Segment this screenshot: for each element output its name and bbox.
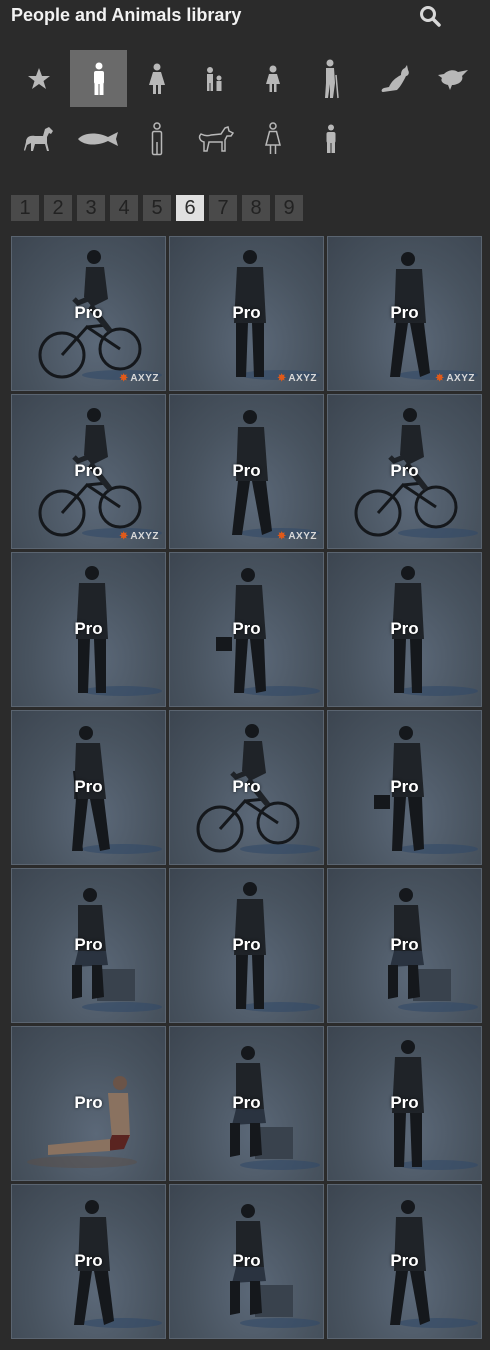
axyz-watermark: ✸ AXYZ: [435, 373, 475, 384]
pro-badge: Pro: [390, 1093, 419, 1112]
category-man[interactable]: [70, 50, 127, 107]
axyz-logo-icon: ✸: [277, 373, 287, 384]
asset-tile[interactable]: Pro: [327, 1184, 482, 1339]
watermark-label: AXYZ: [130, 373, 159, 384]
axyz-logo-icon: ✸: [435, 373, 445, 384]
asset-tile[interactable]: Pro: [327, 868, 482, 1023]
watermark-label: AXYZ: [288, 531, 317, 542]
pro-badge: Pro: [74, 303, 103, 322]
woman-outline-icon: [263, 121, 283, 156]
asset-tile[interactable]: Pro: [11, 1026, 166, 1181]
category-bird[interactable]: [424, 50, 481, 107]
category-favorites[interactable]: [10, 50, 67, 107]
man-outline-icon: [149, 121, 165, 156]
pro-badge: Pro: [232, 461, 261, 480]
pro-badge: Pro: [232, 619, 261, 638]
child-icon: [204, 66, 226, 92]
search-icon[interactable]: [418, 4, 442, 28]
category-woman[interactable]: [128, 50, 185, 107]
page-button-3[interactable]: 3: [77, 195, 105, 221]
page-button-6[interactable]: 6: [176, 195, 204, 221]
pro-badge: Pro: [74, 935, 103, 954]
pro-badge: Pro: [232, 1093, 261, 1112]
pro-badge: Pro: [74, 1093, 103, 1112]
asset-tile[interactable]: Pro ✸ AXYZ: [169, 394, 324, 549]
pro-badge: Pro: [74, 777, 103, 796]
asset-tile[interactable]: Pro ✸ AXYZ: [11, 394, 166, 549]
asset-tile[interactable]: Pro ✸ AXYZ: [327, 236, 482, 391]
pro-badge: Pro: [232, 777, 261, 796]
asset-tile[interactable]: Pro: [169, 710, 324, 865]
pro-badge: Pro: [74, 461, 103, 480]
asset-tile[interactable]: Pro ✸ AXYZ: [11, 236, 166, 391]
asset-tile[interactable]: Pro: [327, 394, 482, 549]
watermark-label: AXYZ: [446, 373, 475, 384]
category-dog[interactable]: [186, 110, 243, 167]
pro-badge: Pro: [74, 619, 103, 638]
category-fish[interactable]: [70, 110, 127, 167]
asset-tile[interactable]: Pro: [327, 1026, 482, 1181]
asset-tile[interactable]: Pro: [11, 710, 166, 865]
fish-icon: [76, 130, 122, 148]
horse-icon: [23, 125, 55, 153]
dog-icon: [195, 125, 235, 153]
page-button-9[interactable]: 9: [275, 195, 303, 221]
man-small-icon: [324, 124, 338, 154]
category-child[interactable]: [186, 50, 243, 107]
category-man-outline[interactable]: [128, 110, 185, 167]
category-man-small[interactable]: [302, 110, 359, 167]
header: People and Animals library: [0, 0, 490, 34]
asset-tile[interactable]: Pro: [169, 868, 324, 1023]
star-icon: [26, 66, 52, 92]
library-title: People and Animals library: [11, 5, 242, 25]
elderly-icon: [322, 59, 340, 99]
page-button-8[interactable]: 8: [242, 195, 270, 221]
axyz-logo-icon: ✸: [119, 373, 129, 384]
axyz-watermark: ✸ AXYZ: [119, 373, 159, 384]
pro-badge: Pro: [390, 303, 419, 322]
axyz-watermark: ✸ AXYZ: [119, 531, 159, 542]
asset-tile[interactable]: Pro: [11, 552, 166, 707]
pro-badge: Pro: [390, 777, 419, 796]
category-woman-outline[interactable]: [244, 110, 301, 167]
pro-badge: Pro: [74, 1251, 103, 1270]
pro-badge: Pro: [390, 619, 419, 638]
asset-tile[interactable]: Pro ✸ AXYZ: [169, 236, 324, 391]
axyz-watermark: ✸ AXYZ: [277, 531, 317, 542]
category-horse[interactable]: [10, 110, 67, 167]
woman-icon: [147, 63, 167, 95]
asset-tile[interactable]: Pro: [169, 1184, 324, 1339]
category-elderly[interactable]: [302, 50, 359, 107]
page-button-7[interactable]: 7: [209, 195, 237, 221]
page-button-5[interactable]: 5: [143, 195, 171, 221]
page-button-2[interactable]: 2: [44, 195, 72, 221]
girl-icon: [264, 65, 282, 93]
pro-badge: Pro: [232, 935, 261, 954]
page-button-4[interactable]: 4: [110, 195, 138, 221]
asset-tile[interactable]: Pro: [11, 1184, 166, 1339]
pro-badge: Pro: [390, 1251, 419, 1270]
asset-tile[interactable]: Pro: [169, 1026, 324, 1181]
watermark-label: AXYZ: [288, 373, 317, 384]
watermark-label: AXYZ: [130, 531, 159, 542]
asset-tile[interactable]: Pro: [11, 868, 166, 1023]
pro-badge: Pro: [390, 935, 419, 954]
asset-tile[interactable]: Pro: [169, 552, 324, 707]
page-button-1[interactable]: 1: [11, 195, 39, 221]
category-girl[interactable]: [244, 50, 301, 107]
cat-icon: [379, 64, 411, 94]
axyz-logo-icon: ✸: [119, 531, 129, 542]
pro-badge: Pro: [390, 461, 419, 480]
axyz-logo-icon: ✸: [277, 531, 287, 542]
bird-icon: [436, 67, 470, 91]
pro-badge: Pro: [232, 303, 261, 322]
axyz-watermark: ✸ AXYZ: [277, 373, 317, 384]
pro-badge: Pro: [232, 1251, 261, 1270]
category-cat[interactable]: [366, 50, 423, 107]
man-icon: [91, 62, 107, 96]
asset-tile[interactable]: Pro: [327, 710, 482, 865]
asset-tile[interactable]: Pro: [327, 552, 482, 707]
